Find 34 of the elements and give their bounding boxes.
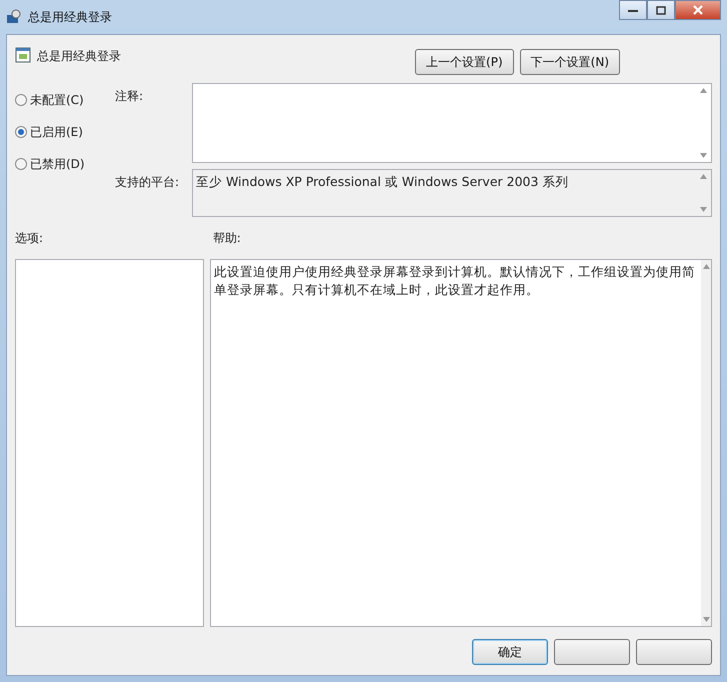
- minimize-icon: [628, 8, 638, 12]
- comment-field[interactable]: [192, 83, 712, 163]
- dialog-button[interactable]: [636, 639, 712, 665]
- scroll-down-icon[interactable]: [702, 617, 710, 622]
- minimize-button[interactable]: [619, 0, 647, 20]
- nav-button[interactable]: 下一个设置(N): [520, 49, 620, 75]
- help-label: 帮助:: [212, 230, 242, 247]
- scroll-up-icon[interactable]: [700, 174, 706, 179]
- nav-button[interactable]: 上一个设置(P): [415, 49, 514, 75]
- radio-button[interactable]: [15, 94, 27, 106]
- maximize-icon: [656, 6, 666, 14]
- radio-label: 已启用(E): [30, 124, 83, 141]
- policy-title: 总是用经典登录: [37, 48, 121, 65]
- platform-text: 至少 Windows XP Professional 或 Windows Server 2003 系列: [195, 173, 570, 191]
- radio-button[interactable]: [15, 126, 27, 138]
- dialog-button[interactable]: [554, 639, 630, 665]
- options-label: 选项:: [15, 230, 44, 247]
- maximize-button[interactable]: [647, 0, 675, 20]
- scroll-up-icon[interactable]: [702, 264, 710, 269]
- radio-label: 未配置(C): [30, 92, 84, 109]
- radio-button[interactable]: [15, 158, 27, 170]
- scroll-down-icon[interactable]: [700, 153, 706, 158]
- radio-label: 已禁用(D): [30, 156, 85, 173]
- policy-icon: [15, 47, 31, 63]
- scroll-up-icon[interactable]: [700, 88, 706, 93]
- ok-button[interactable]: 确定: [472, 639, 548, 665]
- scroll-down-icon[interactable]: [700, 207, 706, 212]
- app-icon: [6, 9, 22, 25]
- close-icon: [693, 5, 703, 15]
- comment-label: 注释:: [115, 88, 144, 105]
- platform-label: 支持的平台:: [115, 174, 180, 191]
- close-button[interactable]: [675, 0, 721, 20]
- help-text: 此设置迫使用户使用经典登录屏幕登录到计算机。默认情况下，工作组设置为使用简单登录屏幕。只有计算机不在域上时，此设置才起作用。: [212, 263, 696, 300]
- window-title: 总是用经典登录: [28, 9, 112, 26]
